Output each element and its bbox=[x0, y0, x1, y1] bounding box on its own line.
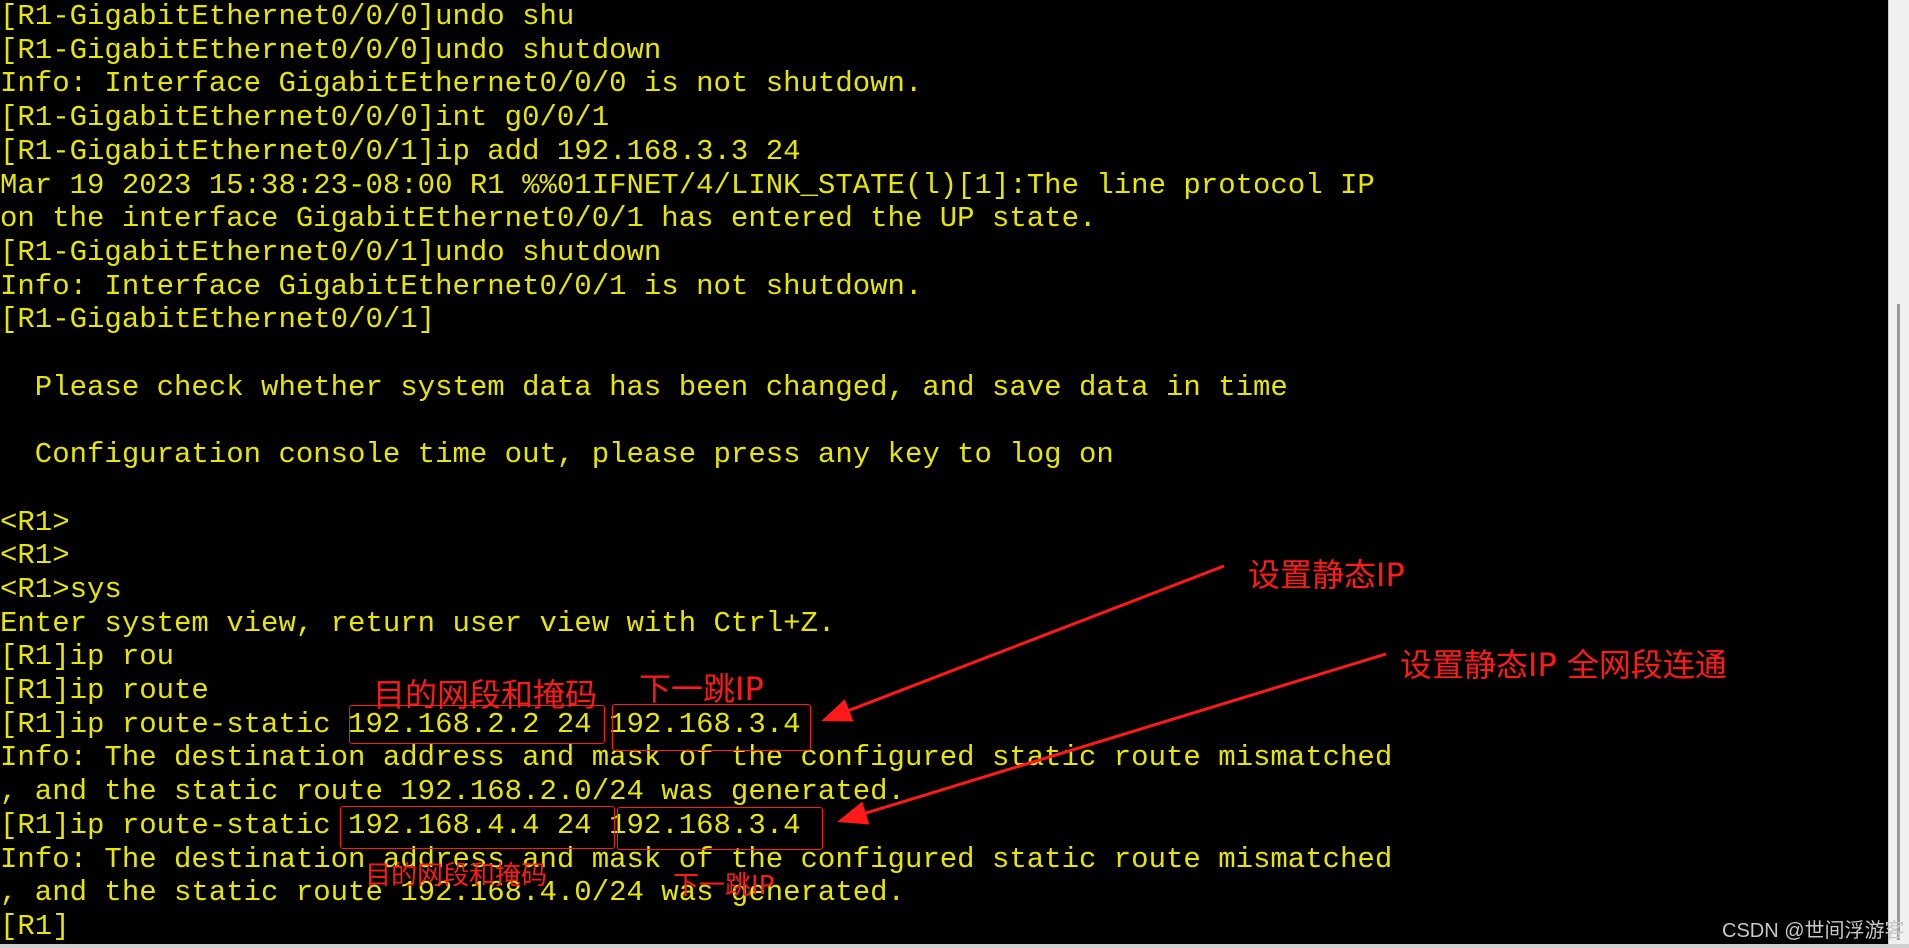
arrow-icon bbox=[821, 564, 1225, 722]
watermark: CSDN @世间浮游客 bbox=[1722, 920, 1905, 942]
annotation-arrows bbox=[821, 564, 1387, 825]
arrow-icon bbox=[837, 652, 1387, 825]
